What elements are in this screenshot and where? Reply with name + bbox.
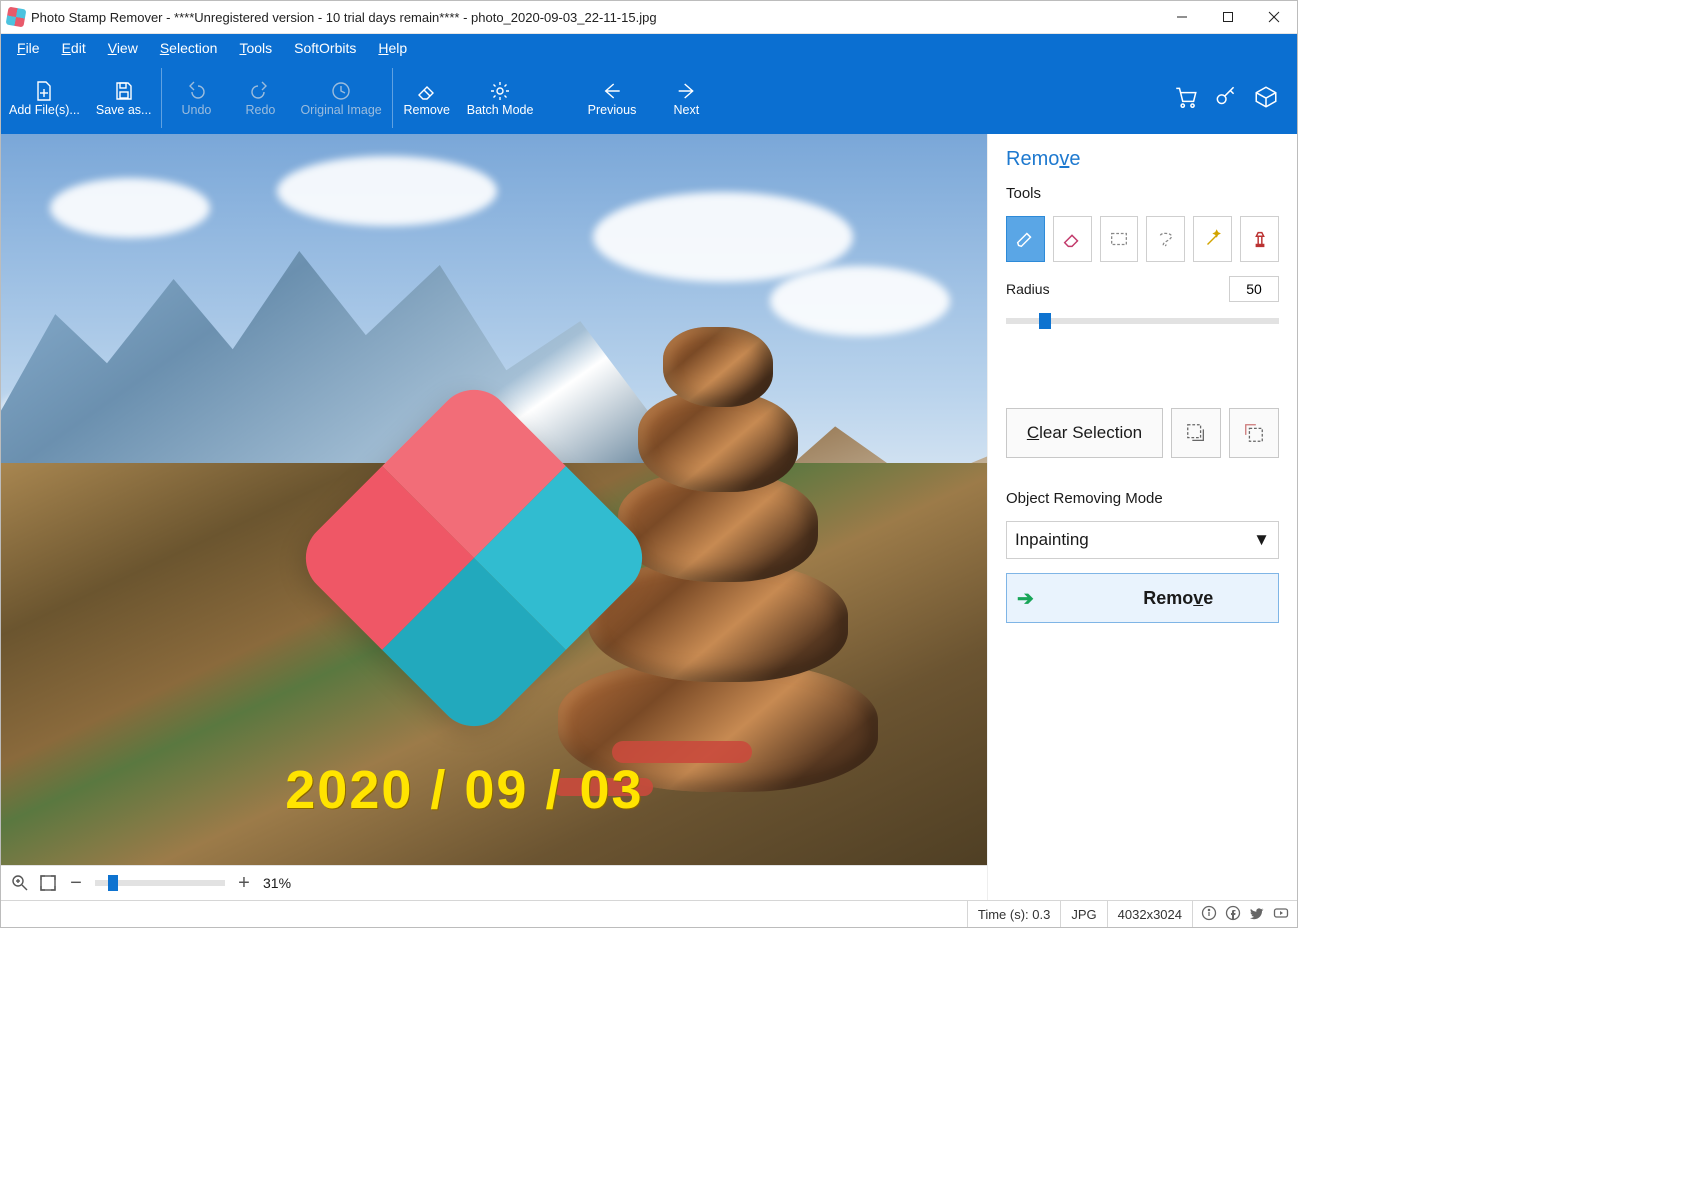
toolbar-separator xyxy=(392,68,393,128)
undo-button[interactable]: Undo xyxy=(164,62,228,134)
previous-button[interactable]: Previous xyxy=(580,77,645,120)
tool-magic-wand[interactable] xyxy=(1193,216,1232,262)
tool-clone-stamp[interactable] xyxy=(1240,216,1279,262)
menubar: File Edit View Selection Tools SoftOrbit… xyxy=(1,34,1297,62)
radius-input[interactable] xyxy=(1229,276,1279,302)
window-buttons xyxy=(1159,1,1297,33)
twitter-icon[interactable] xyxy=(1249,905,1265,924)
maximize-button[interactable] xyxy=(1205,1,1251,33)
zoom-slider[interactable] xyxy=(95,880,225,886)
zoom-fit-icon[interactable] xyxy=(39,874,57,892)
radius-row: Radius xyxy=(1006,276,1279,302)
menu-view[interactable]: View xyxy=(98,37,148,59)
zoom-percent: 31% xyxy=(263,875,291,891)
tool-grid xyxy=(1006,216,1279,262)
save-as-button[interactable]: Save as... xyxy=(88,62,160,134)
undo-icon xyxy=(184,79,208,103)
zoom-actual-icon[interactable] xyxy=(11,874,29,892)
toolbar-separator xyxy=(161,68,162,128)
mode-select[interactable]: Inpainting ▼ xyxy=(1006,521,1279,559)
status-dims: 4032x3024 xyxy=(1107,901,1192,927)
status-format: JPG xyxy=(1060,901,1106,927)
toolbar: Add File(s)... Save as... Undo Redo Orig… xyxy=(1,62,1297,134)
clear-selection-button[interactable]: Clear Selection xyxy=(1006,408,1163,458)
photo: 2020 / 09 / 03 xyxy=(1,134,987,865)
titlebar: Photo Stamp Remover - ****Unregistered v… xyxy=(1,1,1297,34)
menu-help[interactable]: Help xyxy=(368,37,417,59)
add-file-icon xyxy=(32,79,56,103)
statusbar: Time (s): 0.3 JPG 4032x3024 xyxy=(1,900,1297,927)
history-icon xyxy=(329,79,353,103)
menu-file[interactable]: File xyxy=(7,37,50,59)
remove-button-toolbar[interactable]: Remove xyxy=(395,62,459,134)
menu-edit[interactable]: Edit xyxy=(52,37,96,59)
window-title: Photo Stamp Remover - ****Unregistered v… xyxy=(31,10,1159,25)
mode-value: Inpainting xyxy=(1015,530,1089,550)
menu-tools[interactable]: Tools xyxy=(229,37,282,59)
arrow-right-icon: ➔ xyxy=(1017,586,1034,611)
save-selection-button[interactable] xyxy=(1171,408,1221,458)
zoombar: − + 31% xyxy=(1,865,987,900)
date-stamp-text: 2020 / 09 / 03 xyxy=(285,759,643,821)
box-icon[interactable] xyxy=(1253,84,1279,113)
panel-title: Remove xyxy=(1006,148,1279,171)
canvas-area: 2020 / 09 / 03 − + 31% xyxy=(1,134,987,900)
next-button[interactable]: Next xyxy=(654,77,718,120)
batch-mode-button[interactable]: Batch Mode xyxy=(459,62,542,134)
app-icon xyxy=(6,7,27,28)
facebook-icon[interactable] xyxy=(1225,905,1241,924)
save-icon xyxy=(112,79,136,103)
load-selection-button[interactable] xyxy=(1229,408,1279,458)
tool-marker[interactable] xyxy=(1006,216,1045,262)
tool-eraser[interactable] xyxy=(1053,216,1092,262)
mode-label: Object Removing Mode xyxy=(1006,490,1279,507)
youtube-icon[interactable] xyxy=(1273,905,1289,924)
nav-group: Previous Next xyxy=(580,62,719,134)
redo-icon xyxy=(248,79,272,103)
remove-action-button[interactable]: ➔ Remove xyxy=(1006,573,1279,623)
menu-softorbits[interactable]: SoftOrbits xyxy=(284,37,366,59)
tools-label: Tools xyxy=(1006,185,1279,202)
eraser-icon xyxy=(415,79,439,103)
menu-selection[interactable]: Selection xyxy=(150,37,228,59)
status-social xyxy=(1192,901,1297,927)
clear-row: Clear Selection xyxy=(1006,408,1279,458)
cart-icon[interactable] xyxy=(1173,84,1199,113)
status-time: Time (s): 0.3 xyxy=(967,901,1060,927)
status-spacer xyxy=(1,901,967,927)
zoom-out-button[interactable]: − xyxy=(67,872,85,895)
arrow-left-icon xyxy=(600,79,624,103)
original-image-button[interactable]: Original Image xyxy=(292,62,389,134)
radius-slider[interactable] xyxy=(1006,318,1279,324)
chevron-down-icon: ▼ xyxy=(1253,530,1270,550)
key-icon[interactable] xyxy=(1213,84,1239,113)
toolbar-right xyxy=(1173,62,1297,134)
gear-icon xyxy=(488,79,512,103)
tool-rectangle-select[interactable] xyxy=(1100,216,1139,262)
radius-label: Radius xyxy=(1006,281,1050,297)
add-files-button[interactable]: Add File(s)... xyxy=(1,62,88,134)
remove-btn-label: Remove xyxy=(1143,588,1213,609)
zoom-in-button[interactable]: + xyxy=(235,872,253,895)
tool-lasso[interactable] xyxy=(1146,216,1185,262)
close-button[interactable] xyxy=(1251,1,1297,33)
image-canvas[interactable]: 2020 / 09 / 03 xyxy=(1,134,987,865)
app-window: Photo Stamp Remover - ****Unregistered v… xyxy=(0,0,1298,928)
side-panel: Remove Tools Radius Clear Selection Obj xyxy=(987,134,1297,900)
arrow-right-icon xyxy=(674,79,698,103)
workspace: 2020 / 09 / 03 − + 31% Remove Tools xyxy=(1,134,1297,900)
info-icon[interactable] xyxy=(1201,905,1217,924)
minimize-button[interactable] xyxy=(1159,1,1205,33)
redo-button[interactable]: Redo xyxy=(228,62,292,134)
